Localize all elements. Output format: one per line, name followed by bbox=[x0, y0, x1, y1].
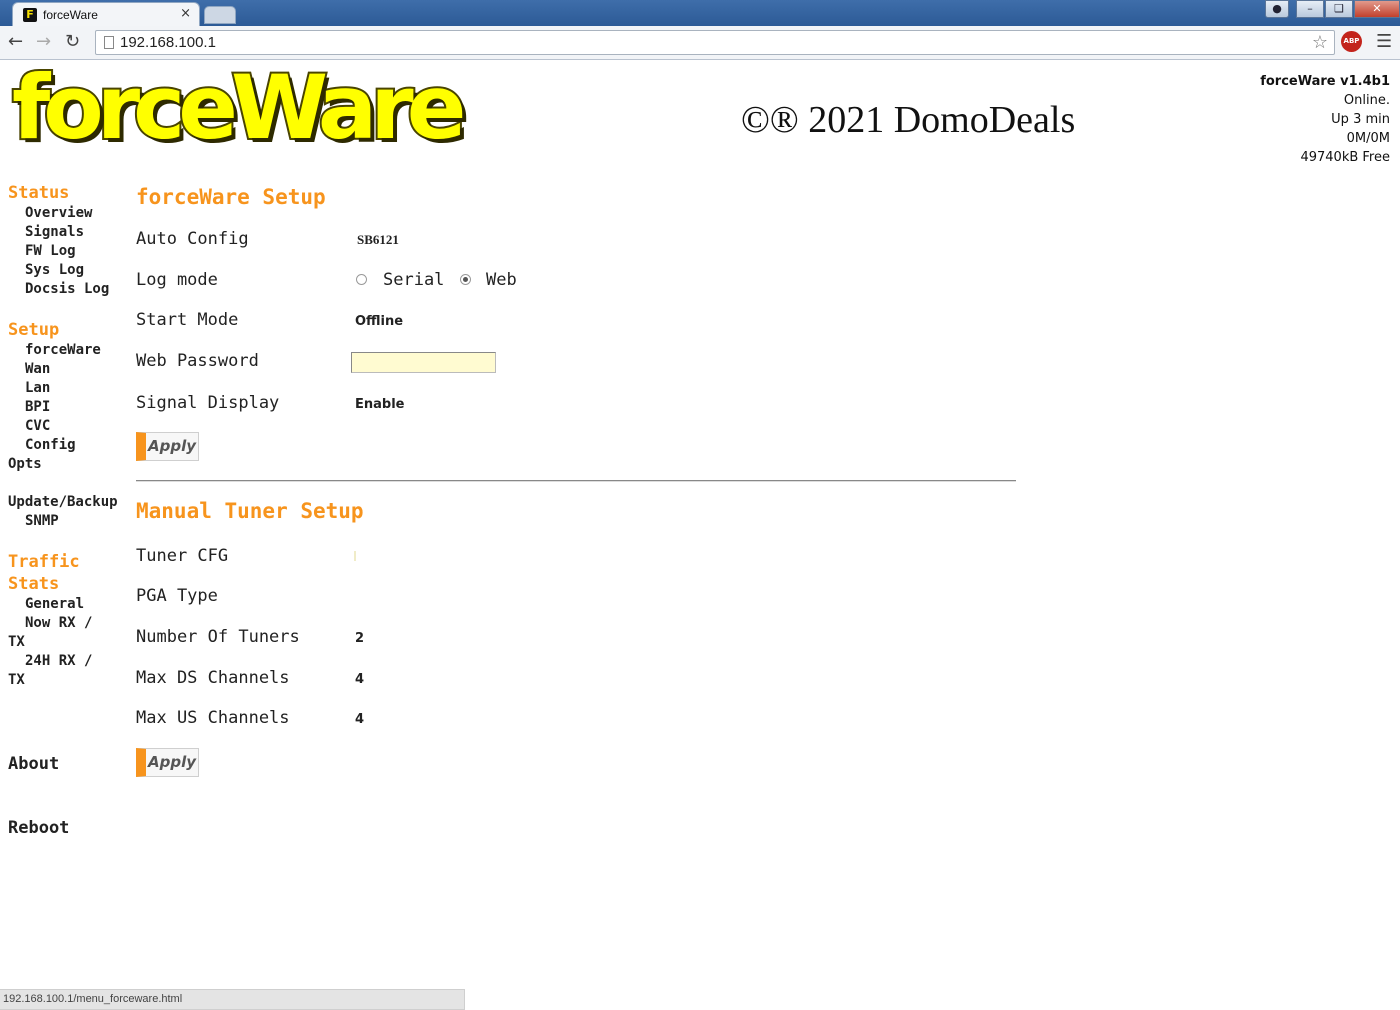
browser-toolbar: ← → ↻ 192.168.100.1 ☆ ABP ☰ bbox=[0, 26, 1400, 60]
nav-status[interactable]: Status bbox=[8, 182, 128, 204]
browser-menu-icon[interactable]: ☰ bbox=[1376, 31, 1392, 53]
browser-tab[interactable]: F forceWare × bbox=[12, 2, 200, 26]
version-text: forceWare v1.4b1 bbox=[1260, 74, 1390, 89]
reload-icon[interactable]: ↻ bbox=[65, 32, 80, 52]
new-tab-button[interactable] bbox=[204, 6, 236, 24]
back-icon[interactable]: ← bbox=[8, 32, 23, 52]
log-mode-web-label: Web bbox=[486, 270, 517, 290]
nav-24h-rx-tx-line2[interactable]: TX bbox=[8, 671, 128, 690]
nav-24h-rx-tx[interactable]: 24H RX / bbox=[8, 652, 128, 671]
url-text[interactable]: 192.168.100.1 bbox=[120, 34, 216, 51]
nav-wan[interactable]: Wan bbox=[8, 360, 128, 379]
tuner-cfg-select[interactable] bbox=[354, 551, 356, 561]
bookmark-star-icon[interactable]: ☆ bbox=[1312, 32, 1328, 54]
max-us-channels-label: Max US Channels bbox=[136, 708, 290, 728]
log-mode-label: Log mode bbox=[136, 270, 218, 290]
device-status: forceWare v1.4b1 Online. Up 3 min 0M/0M … bbox=[1260, 72, 1390, 167]
num-tuners-value[interactable]: 2 bbox=[355, 631, 364, 646]
max-ds-channels-label: Max DS Channels bbox=[136, 668, 290, 688]
browser-status-bar: 192.168.100.1/menu_forceware.html bbox=[0, 989, 465, 1010]
nav-sys-log[interactable]: Sys Log bbox=[8, 261, 128, 280]
uptime-text: Up 3 min bbox=[1331, 112, 1390, 127]
nav-about[interactable]: About bbox=[8, 754, 128, 774]
tuner-cfg-label: Tuner CFG bbox=[136, 546, 229, 566]
nav-fw-log[interactable]: FW Log bbox=[8, 242, 128, 261]
nav-signals[interactable]: Signals bbox=[8, 223, 128, 242]
favicon-icon: F bbox=[23, 8, 37, 22]
log-mode-serial-radio[interactable] bbox=[356, 274, 367, 285]
nav-cvc[interactable]: CVC bbox=[8, 417, 128, 436]
section-divider bbox=[136, 480, 1016, 482]
online-status: Online. bbox=[1343, 93, 1390, 108]
close-window-button[interactable]: ✕ bbox=[1354, 0, 1400, 18]
nav-forceware[interactable]: forceWare bbox=[8, 341, 128, 360]
forward-icon[interactable]: → bbox=[36, 32, 51, 52]
signal-display-value[interactable]: Enable bbox=[355, 397, 405, 412]
start-mode-label: Start Mode bbox=[136, 310, 239, 330]
browser-titlebar: F forceWare × ● – ❑ ✕ bbox=[0, 0, 1400, 26]
traffic-text: 0M/0M bbox=[1346, 131, 1390, 146]
web-password-input[interactable] bbox=[351, 352, 496, 373]
nav-config-opts[interactable]: Opts bbox=[8, 455, 128, 474]
nav-docsis-log[interactable]: Docsis Log bbox=[8, 280, 128, 299]
minimize-button[interactable]: – bbox=[1296, 0, 1324, 18]
nav-reboot[interactable]: Reboot bbox=[8, 818, 128, 838]
forceware-apply-button[interactable]: Apply bbox=[136, 432, 199, 461]
tuner-apply-button[interactable]: Apply bbox=[136, 748, 199, 777]
tuner-setup-title: Manual Tuner Setup bbox=[136, 499, 364, 523]
log-mode-serial-label: Serial bbox=[383, 270, 445, 290]
log-mode-web-radio[interactable] bbox=[460, 274, 471, 285]
profile-icon[interactable]: ● bbox=[1265, 0, 1289, 18]
tab-title: forceWare bbox=[43, 8, 98, 22]
nav-traffic-stats[interactable]: Traffic bbox=[8, 551, 128, 573]
nav-now-rx-tx-line2[interactable]: TX bbox=[8, 633, 128, 652]
nav-snmp[interactable]: SNMP bbox=[8, 512, 128, 531]
nav-lan[interactable]: Lan bbox=[8, 379, 128, 398]
pga-type-label: PGA Type bbox=[136, 586, 218, 606]
forceware-logo: forceWare bbox=[10, 56, 468, 159]
restore-button[interactable]: ❑ bbox=[1325, 0, 1353, 18]
sidebar-nav: Status Overview Signals FW Log Sys Log D… bbox=[8, 182, 128, 838]
window-controls: ● – ❑ ✕ bbox=[1264, 0, 1400, 20]
nav-bpi[interactable]: BPI bbox=[8, 398, 128, 417]
max-ds-channels-value[interactable]: 4 bbox=[355, 672, 364, 687]
tab-close-icon[interactable]: × bbox=[180, 6, 191, 21]
nav-general[interactable]: General bbox=[8, 595, 128, 614]
num-tuners-label: Number Of Tuners bbox=[136, 627, 300, 647]
copyright-text: ©® 2021 DomoDeals bbox=[741, 99, 1076, 141]
address-bar[interactable]: 192.168.100.1 ☆ bbox=[95, 30, 1335, 55]
nav-now-rx-tx[interactable]: Now RX / bbox=[8, 614, 128, 633]
free-memory-text: 49740kB Free bbox=[1300, 150, 1390, 165]
auto-config-value[interactable]: SB6121 bbox=[357, 232, 399, 248]
adblock-icon[interactable]: ABP bbox=[1341, 31, 1362, 52]
max-us-channels-value[interactable]: 4 bbox=[355, 712, 364, 727]
nav-update-backup[interactable]: Update/Backup bbox=[8, 493, 128, 512]
auto-config-label: Auto Config bbox=[136, 229, 249, 249]
nav-traffic-stats-line2[interactable]: Stats bbox=[8, 573, 128, 595]
signal-display-label: Signal Display bbox=[136, 393, 280, 413]
nav-setup[interactable]: Setup bbox=[8, 319, 128, 341]
nav-config[interactable]: Config bbox=[8, 436, 128, 455]
page-icon bbox=[104, 36, 114, 49]
start-mode-value[interactable]: Offline bbox=[355, 314, 403, 329]
forceware-setup-title: forceWare Setup bbox=[136, 185, 326, 209]
nav-overview[interactable]: Overview bbox=[8, 204, 128, 223]
web-password-label: Web Password bbox=[136, 351, 259, 371]
